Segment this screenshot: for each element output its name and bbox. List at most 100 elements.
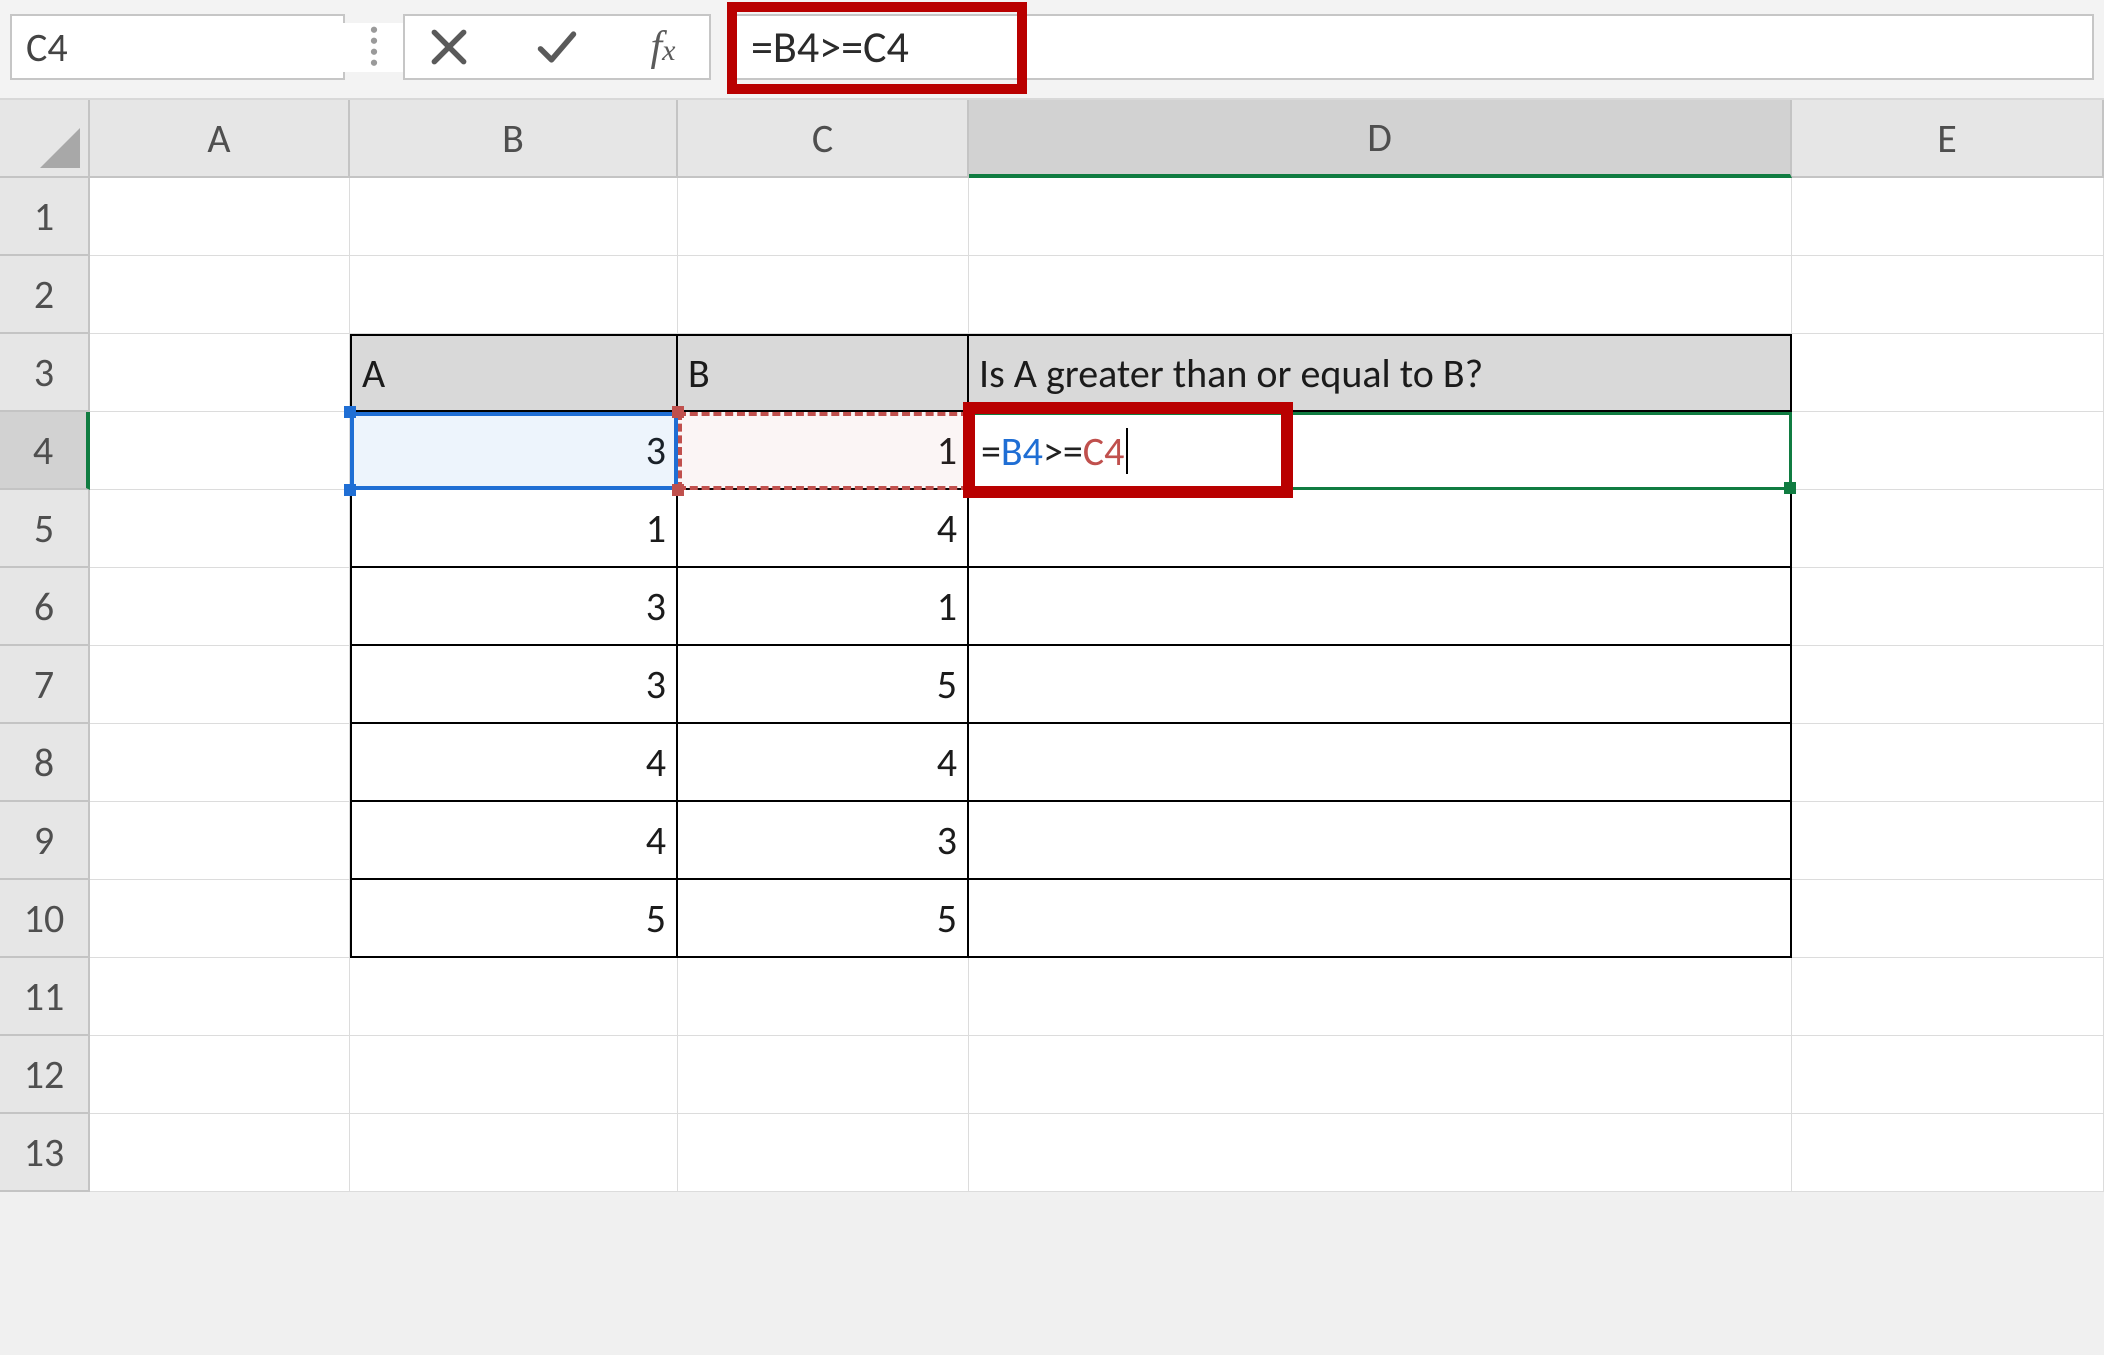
cell-C12[interactable] <box>678 1036 969 1114</box>
cell-E1[interactable] <box>1792 178 2104 256</box>
cell-D12[interactable] <box>969 1036 1792 1114</box>
cell-B9[interactable]: 4 <box>350 802 678 880</box>
cell-B8[interactable]: 4 <box>350 724 678 802</box>
cell-D5[interactable] <box>969 490 1792 568</box>
cell-D9[interactable] <box>969 802 1792 880</box>
row-header-9[interactable]: 9 <box>0 802 90 880</box>
col-header-E[interactable]: E <box>1792 100 2104 178</box>
row-header-6[interactable]: 6 <box>0 568 90 646</box>
row-header-10[interactable]: 10 <box>0 880 90 958</box>
formula-input-wrap[interactable] <box>729 14 2094 80</box>
cell-D6[interactable] <box>969 568 1792 646</box>
cells-area[interactable]: A B Is A greater than or equal to B? 3 1… <box>90 178 2104 1192</box>
cell-E13[interactable] <box>1792 1114 2104 1192</box>
cell-A7[interactable] <box>90 646 350 724</box>
cell-E4[interactable] <box>1792 412 2104 490</box>
grip-icon <box>363 14 385 80</box>
formula-part-op: >= <box>1043 427 1083 476</box>
cell-A8[interactable] <box>90 724 350 802</box>
cell-A6[interactable] <box>90 568 350 646</box>
col-header-A[interactable]: A <box>90 100 350 178</box>
cell-A13[interactable] <box>90 1114 350 1192</box>
cell-E2[interactable] <box>1792 256 2104 334</box>
cell-A10[interactable] <box>90 880 350 958</box>
name-box[interactable] <box>10 14 345 80</box>
col-header-C[interactable]: C <box>678 100 969 178</box>
cell-D8[interactable] <box>969 724 1792 802</box>
insert-function-button[interactable]: fx <box>637 19 693 75</box>
cell-C2[interactable] <box>678 256 969 334</box>
cell-C9[interactable]: 3 <box>678 802 969 880</box>
cell-E7[interactable] <box>1792 646 2104 724</box>
cancel-button[interactable] <box>421 19 477 75</box>
cell-B6[interactable]: 3 <box>350 568 678 646</box>
row-header-4[interactable]: 4 <box>0 412 90 490</box>
cell-B11[interactable] <box>350 958 678 1036</box>
formula-bar-buttons: fx <box>403 14 711 80</box>
formula-bar: fx <box>0 0 2104 100</box>
cell-B10[interactable]: 5 <box>350 880 678 958</box>
cell-C4[interactable]: 1 <box>678 412 969 490</box>
cell-E12[interactable] <box>1792 1036 2104 1114</box>
cell-B7[interactable]: 3 <box>350 646 678 724</box>
cell-E9[interactable] <box>1792 802 2104 880</box>
cell-A2[interactable] <box>90 256 350 334</box>
cell-C1[interactable] <box>678 178 969 256</box>
worksheet[interactable]: A B C D E 1 2 3 4 5 6 7 8 9 10 11 12 13 <box>0 100 2104 1192</box>
cell-C6[interactable]: 1 <box>678 568 969 646</box>
col-header-B[interactable]: B <box>350 100 678 178</box>
cell-B3[interactable]: A <box>350 334 678 412</box>
cell-C3[interactable]: B <box>678 334 969 412</box>
formula-input[interactable] <box>731 20 2092 74</box>
cell-D2[interactable] <box>969 256 1792 334</box>
cell-A11[interactable] <box>90 958 350 1036</box>
row-header-3[interactable]: 3 <box>0 334 90 412</box>
row-header-5[interactable]: 5 <box>0 490 90 568</box>
formula-part-eq: = <box>981 427 1001 476</box>
cell-C13[interactable] <box>678 1114 969 1192</box>
cell-E6[interactable] <box>1792 568 2104 646</box>
cell-D7[interactable] <box>969 646 1792 724</box>
cell-D3[interactable]: Is A greater than or equal to B? <box>969 334 1792 412</box>
row-header-7[interactable]: 7 <box>0 646 90 724</box>
formula-part-ref2: C4 <box>1083 427 1125 476</box>
cell-D11[interactable] <box>969 958 1792 1036</box>
cell-A3[interactable] <box>90 334 350 412</box>
cell-C10[interactable]: 5 <box>678 880 969 958</box>
cell-A4[interactable] <box>90 412 350 490</box>
cell-C7[interactable]: 5 <box>678 646 969 724</box>
cell-D13[interactable] <box>969 1114 1792 1192</box>
cell-C5[interactable]: 4 <box>678 490 969 568</box>
cell-A5[interactable] <box>90 490 350 568</box>
select-all-button[interactable] <box>0 100 90 178</box>
cell-A9[interactable] <box>90 802 350 880</box>
row-header-8[interactable]: 8 <box>0 724 90 802</box>
row-header-11[interactable]: 11 <box>0 958 90 1036</box>
text-caret <box>1126 428 1128 474</box>
cell-C11[interactable] <box>678 958 969 1036</box>
cell-A1[interactable] <box>90 178 350 256</box>
cell-E5[interactable] <box>1792 490 2104 568</box>
cell-E11[interactable] <box>1792 958 2104 1036</box>
cell-B13[interactable] <box>350 1114 678 1192</box>
col-header-D[interactable]: D <box>969 100 1792 178</box>
cell-D4-edit[interactable]: =B4>=C4 <box>973 418 1136 484</box>
column-headers: A B C D E <box>0 100 2104 178</box>
cell-D1[interactable] <box>969 178 1792 256</box>
cell-E8[interactable] <box>1792 724 2104 802</box>
cell-E10[interactable] <box>1792 880 2104 958</box>
cell-D10[interactable] <box>969 880 1792 958</box>
row-header-1[interactable]: 1 <box>0 178 90 256</box>
cell-E3[interactable] <box>1792 334 2104 412</box>
enter-button[interactable] <box>529 19 585 75</box>
cell-B2[interactable] <box>350 256 678 334</box>
cell-B4[interactable]: 3 <box>350 412 678 490</box>
row-header-2[interactable]: 2 <box>0 256 90 334</box>
cell-B1[interactable] <box>350 178 678 256</box>
cell-B12[interactable] <box>350 1036 678 1114</box>
row-header-12[interactable]: 12 <box>0 1036 90 1114</box>
row-header-13[interactable]: 13 <box>0 1114 90 1192</box>
cell-C8[interactable]: 4 <box>678 724 969 802</box>
cell-A12[interactable] <box>90 1036 350 1114</box>
cell-B5[interactable]: 1 <box>350 490 678 568</box>
